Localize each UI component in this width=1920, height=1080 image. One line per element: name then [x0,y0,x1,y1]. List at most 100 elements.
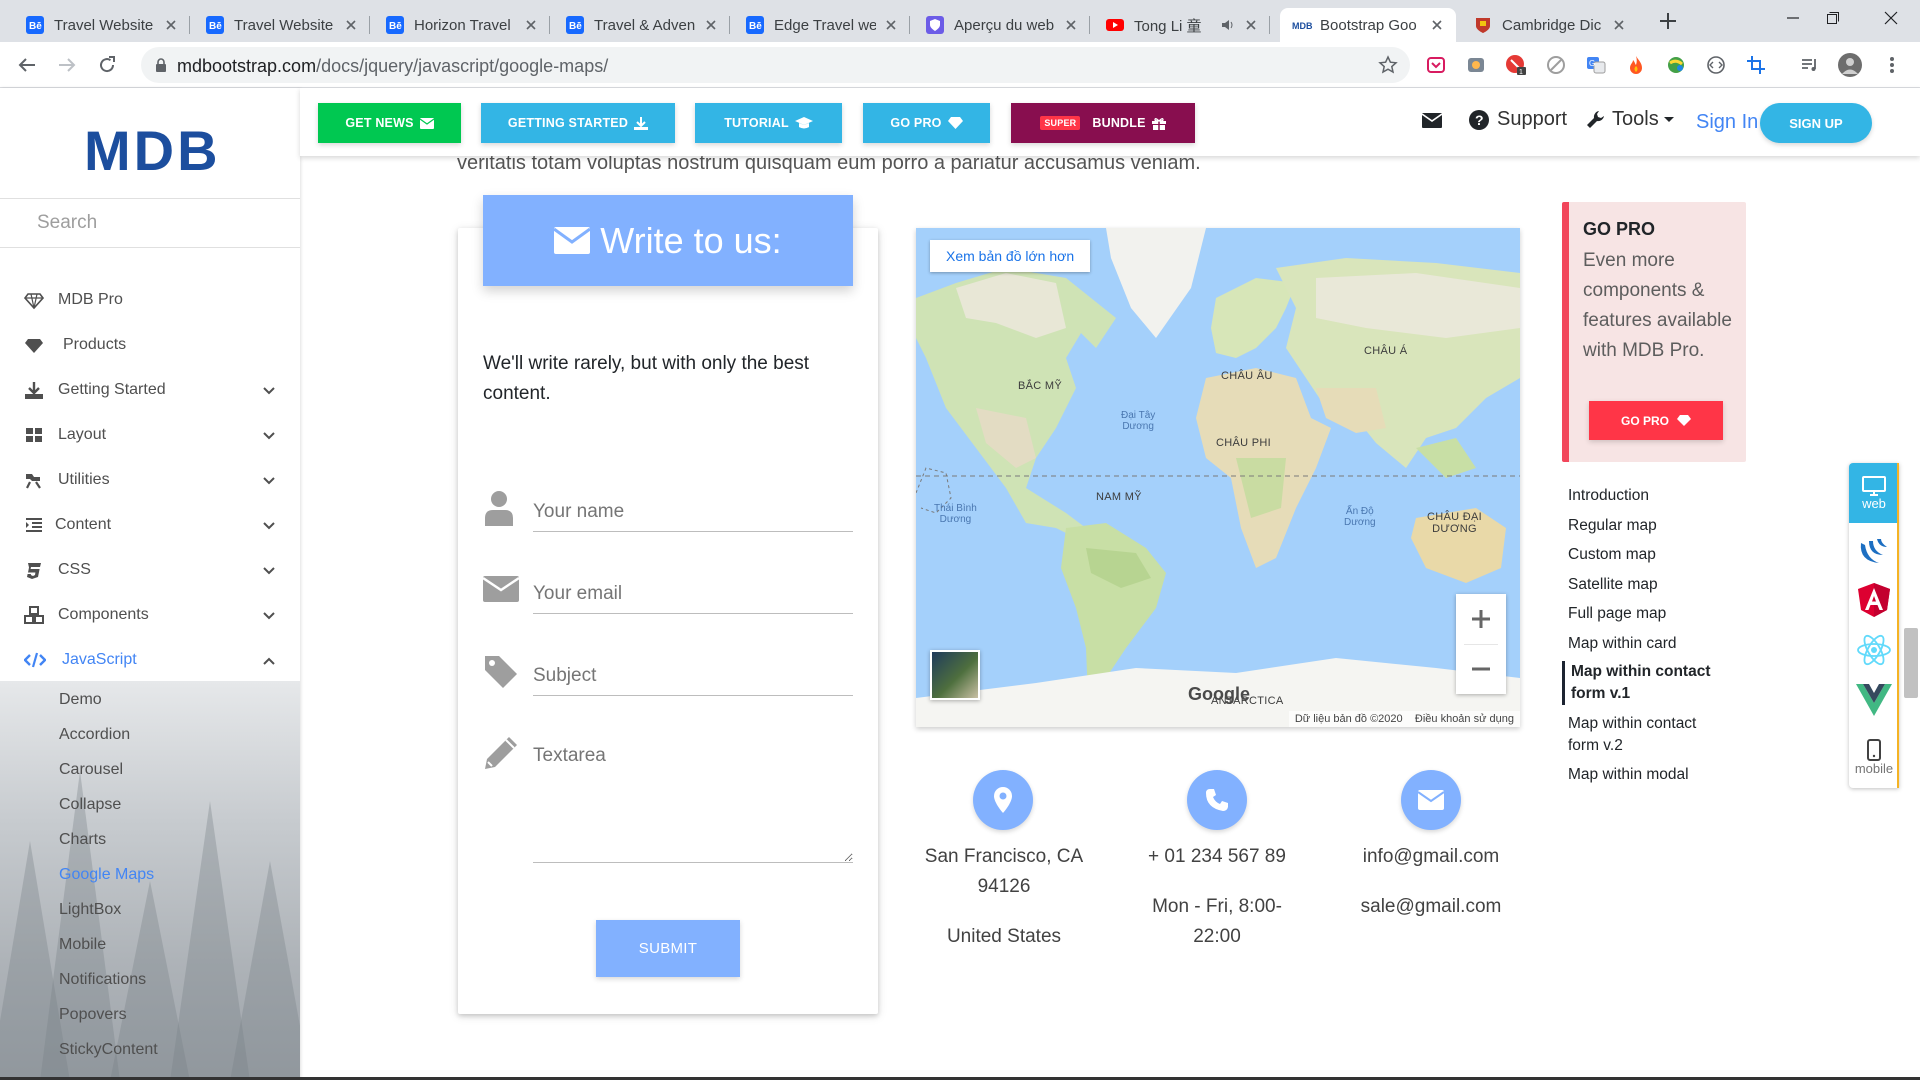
zoom-in-button[interactable] [1456,594,1506,644]
toc-item-active[interactable]: Map within contact form v.1 [1562,661,1722,705]
close-tab-icon[interactable] [1062,16,1080,34]
submenu-item-notifications[interactable]: Notifications [59,971,146,989]
submenu-item-stickycontent[interactable]: StickyContent [59,1041,158,1059]
getting-started-button[interactable]: GETTING STARTED [481,103,675,143]
submenu-item-google-maps[interactable]: Google Maps [59,866,154,884]
code-extension-icon[interactable] [1704,53,1728,77]
close-tab-icon[interactable] [882,16,900,34]
avatar[interactable] [1838,53,1862,77]
tutorial-button[interactable]: TUTORIAL [695,103,842,143]
terms-link[interactable]: Điều khoản sử dụng [1415,713,1514,725]
jquery-switch[interactable] [1849,525,1897,575]
browser-tab[interactable]: Aperçu du web [914,8,1090,42]
email-input[interactable] [533,574,853,614]
close-tab-icon[interactable] [1428,16,1446,34]
translate-extension-icon[interactable]: G [1584,53,1608,77]
sign-up-button[interactable]: SIGN UP [1760,103,1872,143]
close-tab-icon[interactable] [1610,16,1628,34]
forward-icon[interactable] [55,53,79,77]
submenu-item-collapse[interactable]: Collapse [59,796,121,814]
sidebar-search-input[interactable] [0,199,300,247]
toc-item[interactable]: Regular map [1568,515,1728,537]
get-news-button[interactable]: GET NEWS [318,103,461,143]
new-tab-icon[interactable] [1657,10,1679,32]
submit-button[interactable]: SUBMIT [596,920,740,977]
submenu-item-lightbox[interactable]: LightBox [59,901,121,919]
envelope-icon[interactable] [1422,113,1442,128]
maximize-icon[interactable] [1810,0,1856,36]
sidebar-item-content[interactable]: Content [0,503,300,547]
page-scrollbar[interactable] [1904,628,1918,698]
zoom-out-button[interactable] [1456,644,1506,694]
toc-item[interactable]: Full page map [1568,603,1728,625]
name-input[interactable] [533,492,853,532]
media-control-icon[interactable] [1798,53,1822,77]
close-tab-icon[interactable] [522,16,540,34]
reload-icon[interactable] [95,53,119,77]
mobile-switch[interactable]: mobile [1849,727,1897,787]
browser-tab[interactable]: Bē Travel Website [194,8,370,42]
submenu-item-charts[interactable]: Charts [59,831,106,849]
browser-tab[interactable]: Bē Travel Website [14,8,190,42]
close-tab-icon[interactable] [1242,16,1260,34]
larger-map-link[interactable]: Xem bản đồ lớn hơn [930,240,1091,272]
close-window-icon[interactable] [1868,0,1914,36]
crop-extension-icon[interactable] [1744,53,1768,77]
submenu-item-accordion[interactable]: Accordion [59,726,130,744]
browser-tab[interactable]: Bē Travel & Adven [554,8,730,42]
close-tab-icon[interactable] [702,16,720,34]
sidebar-item-getting-started[interactable]: Getting Started [0,368,300,412]
browser-tab-active[interactable]: MDB Bootstrap Goo [1280,8,1456,42]
globe-extension-icon[interactable] [1664,53,1688,77]
submenu-item-mobile[interactable]: Mobile [59,936,106,954]
google-map[interactable]: Xem bản đồ lớn hơn BẮC MỸ CHÂU ÂU CHÂU Á… [916,228,1520,727]
go-pro-nav-button[interactable]: GO PRO [863,103,990,143]
close-tab-icon[interactable] [342,16,360,34]
support-link[interactable]: ? Support [1469,108,1567,131]
angular-switch[interactable] [1849,575,1897,625]
submenu-item-carousel[interactable]: Carousel [59,761,123,779]
toc-item[interactable]: Map within card [1568,633,1728,655]
message-textarea[interactable] [533,739,853,863]
web-switch[interactable]: web [1849,463,1897,523]
react-switch[interactable] [1849,625,1897,675]
browser-tab[interactable]: Bē Edge Travel we [734,8,910,42]
submenu-item-popovers[interactable]: Popovers [59,1006,127,1024]
sidebar-item-components[interactable]: Components [0,593,300,637]
toc-item[interactable]: Map within modal [1568,764,1728,786]
sidebar-item-javascript[interactable]: JavaScript [0,638,300,682]
pocket-extension-icon[interactable] [1424,53,1448,77]
vue-switch[interactable] [1849,675,1897,725]
address-bar[interactable]: mdbootstrap.com/docs/jquery/javascript/g… [141,47,1410,83]
camera-extension-icon[interactable] [1464,53,1488,77]
toc-item[interactable]: Introduction [1568,485,1728,507]
browser-tab[interactable]: Tong Li 童 [1094,8,1270,42]
subject-input[interactable] [533,656,853,696]
sign-in-link[interactable]: Sign In [1696,111,1758,134]
close-tab-icon[interactable] [162,16,180,34]
tools-dropdown[interactable]: Tools [1586,108,1675,131]
adblock-extension-icon[interactable]: 1 [1504,53,1528,77]
toc-item[interactable]: Satellite map [1568,574,1728,596]
sidebar-item-utilities[interactable]: Utilities [0,458,300,502]
back-icon[interactable] [15,53,39,77]
browser-tab[interactable]: Cambridge Dic [1462,8,1638,42]
fire-extension-icon[interactable] [1624,53,1648,77]
speaker-icon[interactable] [1220,17,1236,33]
satellite-toggle[interactable] [930,650,980,700]
browser-tab[interactable]: Bē Horizon Travel [374,8,550,42]
sidebar-item-layout[interactable]: Layout [0,413,300,457]
lock-icon[interactable] [155,58,167,73]
bookmark-star-icon[interactable] [1378,55,1398,75]
mdb-logo[interactable]: MDB [84,118,221,183]
sidebar-item-products[interactable]: Products [0,323,300,367]
more-menu-icon[interactable] [1880,53,1904,77]
toc-item[interactable]: Map within contact form v.2 [1568,713,1728,757]
sidebar-item-mdb-pro[interactable]: MDB Pro [0,278,300,322]
go-pro-button[interactable]: GO PRO [1589,401,1723,440]
submenu-item-demo[interactable]: Demo [59,691,102,709]
toc-item[interactable]: Custom map [1568,544,1728,566]
disabled-extension-icon[interactable] [1544,53,1568,77]
sidebar-item-css[interactable]: CSS [0,548,300,592]
super-bundle-button[interactable]: SUPER BUNDLE [1011,103,1195,143]
